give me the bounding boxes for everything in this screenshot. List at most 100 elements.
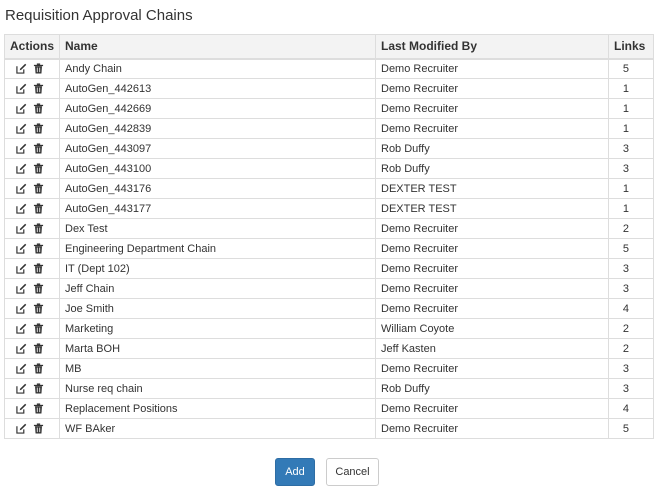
table-row: AutoGen_443097 Rob Duffy 3: [4, 138, 654, 159]
edit-icon[interactable]: [16, 343, 27, 354]
cell-name: Replacement Positions: [59, 398, 376, 419]
cell-name: Marta BOH: [59, 338, 376, 359]
row-actions: [4, 78, 60, 99]
cell-name: AutoGen_443097: [59, 138, 376, 159]
cell-name: WF BAker: [59, 418, 376, 439]
edit-icon[interactable]: [16, 123, 27, 134]
page-title: Requisition Approval Chains: [5, 7, 193, 24]
column-header-name[interactable]: Name: [59, 34, 376, 60]
cell-last-modified-by: Demo Recruiter: [375, 118, 609, 139]
cell-last-modified-by: Demo Recruiter: [375, 298, 609, 319]
trash-icon[interactable]: [33, 242, 44, 254]
cell-links: 3: [608, 138, 654, 159]
row-actions: [4, 178, 60, 199]
table-row: Dex Test Demo Recruiter 2: [4, 218, 654, 239]
trash-icon[interactable]: [33, 302, 44, 314]
trash-icon[interactable]: [33, 322, 44, 334]
cell-last-modified-by: Demo Recruiter: [375, 418, 609, 439]
cell-links: 3: [608, 358, 654, 379]
cell-links: 5: [608, 418, 654, 439]
edit-icon[interactable]: [16, 303, 27, 314]
edit-icon[interactable]: [16, 203, 27, 214]
edit-icon[interactable]: [16, 63, 27, 74]
cell-last-modified-by: Demo Recruiter: [375, 398, 609, 419]
edit-icon[interactable]: [16, 383, 27, 394]
edit-icon[interactable]: [16, 83, 27, 94]
cell-last-modified-by: Demo Recruiter: [375, 78, 609, 99]
cell-last-modified-by: Demo Recruiter: [375, 218, 609, 239]
table-row: AutoGen_443100 Rob Duffy 3: [4, 158, 654, 179]
cell-name: Marketing: [59, 318, 376, 339]
edit-icon[interactable]: [16, 143, 27, 154]
column-header-links[interactable]: Links: [608, 34, 654, 60]
edit-icon[interactable]: [16, 103, 27, 114]
cell-name: AutoGen_443176: [59, 178, 376, 199]
trash-icon[interactable]: [33, 422, 44, 434]
cell-last-modified-by: Demo Recruiter: [375, 358, 609, 379]
row-actions: [4, 218, 60, 239]
cell-name: MB: [59, 358, 376, 379]
edit-icon[interactable]: [16, 363, 27, 374]
row-actions: [4, 318, 60, 339]
table-row: Andy Chain Demo Recruiter 5: [4, 58, 654, 79]
trash-icon[interactable]: [33, 402, 44, 414]
table-row: WF BAker Demo Recruiter 5: [4, 418, 654, 439]
edit-icon[interactable]: [16, 423, 27, 434]
trash-icon[interactable]: [33, 262, 44, 274]
cell-last-modified-by: Demo Recruiter: [375, 238, 609, 259]
column-header-last-modified-by[interactable]: Last Modified By: [375, 34, 609, 60]
cell-name: IT (Dept 102): [59, 258, 376, 279]
cell-last-modified-by: Rob Duffy: [375, 378, 609, 399]
row-actions: [4, 398, 60, 419]
trash-icon[interactable]: [33, 142, 44, 154]
table-row: Replacement Positions Demo Recruiter 4: [4, 398, 654, 419]
table-row: Marketing William Coyote 2: [4, 318, 654, 339]
cell-last-modified-by: Rob Duffy: [375, 158, 609, 179]
trash-icon[interactable]: [33, 342, 44, 354]
approval-chains-table: Actions Name Last Modified By Links Andy…: [4, 34, 654, 439]
cell-last-modified-by: DEXTER TEST: [375, 178, 609, 199]
trash-icon[interactable]: [33, 362, 44, 374]
row-actions: [4, 198, 60, 219]
edit-icon[interactable]: [16, 243, 27, 254]
trash-icon[interactable]: [33, 122, 44, 134]
cell-links: 3: [608, 378, 654, 399]
trash-icon[interactable]: [33, 63, 44, 74]
cell-name: AutoGen_443100: [59, 158, 376, 179]
trash-icon[interactable]: [33, 202, 44, 214]
row-actions: [4, 98, 60, 119]
trash-icon[interactable]: [33, 102, 44, 114]
cell-name: Engineering Department Chain: [59, 238, 376, 259]
cell-name: Joe Smith: [59, 298, 376, 319]
cancel-button[interactable]: Cancel: [326, 458, 379, 486]
edit-icon[interactable]: [16, 403, 27, 414]
trash-icon[interactable]: [33, 162, 44, 174]
edit-icon[interactable]: [16, 223, 27, 234]
trash-icon[interactable]: [33, 222, 44, 234]
edit-icon[interactable]: [16, 323, 27, 334]
add-button[interactable]: Add: [275, 458, 315, 486]
cell-name: Andy Chain: [59, 58, 376, 79]
cell-links: 4: [608, 298, 654, 319]
edit-icon[interactable]: [16, 263, 27, 274]
table-header-row: Actions Name Last Modified By Links: [4, 34, 654, 60]
row-actions: [4, 278, 60, 299]
trash-icon[interactable]: [33, 382, 44, 394]
table-row: AutoGen_442613 Demo Recruiter 1: [4, 78, 654, 99]
cell-links: 1: [608, 198, 654, 219]
cell-last-modified-by: Demo Recruiter: [375, 278, 609, 299]
row-actions: [4, 418, 60, 439]
trash-icon[interactable]: [33, 182, 44, 194]
table-row: AutoGen_443176 DEXTER TEST 1: [4, 178, 654, 199]
cell-name: AutoGen_443177: [59, 198, 376, 219]
trash-icon[interactable]: [33, 82, 44, 94]
trash-icon[interactable]: [33, 282, 44, 294]
cell-last-modified-by: Demo Recruiter: [375, 258, 609, 279]
edit-icon[interactable]: [16, 283, 27, 294]
cell-name: AutoGen_442613: [59, 78, 376, 99]
table-row: AutoGen_443177 DEXTER TEST 1: [4, 198, 654, 219]
edit-icon[interactable]: [16, 183, 27, 194]
cell-name: Nurse req chain: [59, 378, 376, 399]
cell-last-modified-by: Jeff Kasten: [375, 338, 609, 359]
edit-icon[interactable]: [16, 163, 27, 174]
